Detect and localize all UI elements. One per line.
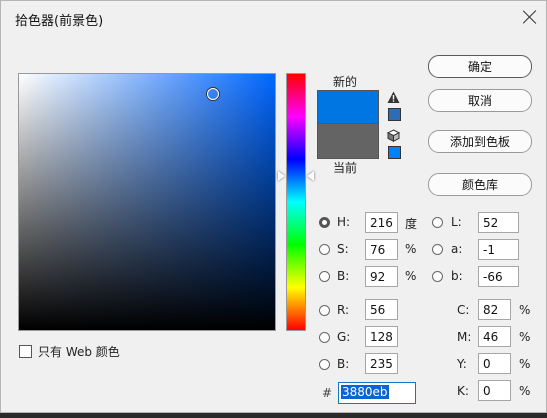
g-input[interactable] — [365, 326, 398, 347]
lab-l-label: L: — [451, 215, 462, 229]
current-color-swatch[interactable] — [317, 123, 379, 159]
color-field-marker[interactable] — [207, 88, 219, 100]
k-unit: % — [519, 384, 531, 398]
m-unit: % — [519, 330, 531, 344]
web-safe-color-swatch[interactable] — [388, 146, 401, 159]
s-input[interactable] — [365, 239, 398, 260]
h-label: H: — [337, 215, 351, 229]
warning-icon[interactable] — [387, 91, 400, 104]
hue-slider-left-handle[interactable] — [278, 171, 285, 181]
web-colors-checkbox[interactable] — [19, 345, 32, 358]
new-color-swatch — [317, 90, 379, 125]
s-unit: % — [405, 242, 417, 256]
y-label: Y: — [457, 357, 467, 371]
r-radio[interactable] — [319, 305, 330, 316]
b-radio[interactable] — [319, 271, 330, 282]
hex-input[interactable]: 3880eb — [338, 382, 416, 404]
lab-a-input[interactable] — [478, 239, 519, 260]
cube-icon[interactable] — [387, 129, 400, 142]
b-unit: % — [405, 269, 417, 283]
g-label: G: — [337, 330, 351, 344]
s-radio[interactable] — [319, 244, 330, 255]
h-radio[interactable] — [319, 217, 330, 228]
rgb-b-input[interactable] — [365, 353, 398, 374]
h-input[interactable] — [365, 212, 398, 233]
r-label: R: — [337, 303, 350, 317]
hue-slider[interactable] — [286, 73, 306, 331]
y-input[interactable] — [478, 353, 511, 374]
new-color-label: 新的 — [333, 75, 358, 89]
lab-b-label: b: — [451, 269, 463, 283]
lab-a-radio[interactable] — [432, 244, 443, 255]
lab-a-label: a: — [451, 242, 463, 256]
title-bar: 拾色器(前景色) — [1, 1, 546, 33]
b-input[interactable] — [365, 266, 398, 287]
color-libraries-button[interactable]: 颜色库 — [428, 173, 532, 196]
color-picker-dialog: 拾色器(前景色) 新的 当前 确定 取消 添加到色板 颜色库 H: 度 S: %… — [0, 0, 547, 413]
s-label: S: — [337, 242, 349, 256]
hue-slider-right-handle[interactable] — [307, 171, 314, 181]
lab-b-radio[interactable] — [432, 271, 443, 282]
color-field[interactable] — [18, 73, 276, 331]
m-label: M: — [457, 330, 472, 344]
rgb-b-radio[interactable] — [319, 359, 330, 370]
current-color-label: 当前 — [333, 161, 358, 175]
close-icon[interactable] — [522, 9, 538, 25]
g-radio[interactable] — [319, 332, 330, 343]
c-input[interactable] — [478, 299, 511, 320]
c-label: C: — [457, 303, 470, 317]
k-label: K: — [457, 384, 469, 398]
m-input[interactable] — [478, 326, 511, 347]
y-unit: % — [519, 357, 531, 371]
gamut-color-swatch[interactable] — [388, 108, 401, 121]
lab-l-input[interactable] — [478, 212, 519, 233]
lab-l-radio[interactable] — [432, 217, 443, 228]
ok-button[interactable]: 确定 — [428, 55, 532, 78]
hex-value: 3880eb — [341, 385, 389, 399]
web-colors-label[interactable]: 只有 Web 颜色 — [38, 343, 120, 360]
k-input[interactable] — [478, 380, 511, 401]
c-unit: % — [519, 303, 531, 317]
b-label: B: — [337, 269, 350, 283]
rgb-b-label: B: — [337, 357, 350, 371]
add-to-swatches-button[interactable]: 添加到色板 — [428, 130, 532, 153]
cancel-button[interactable]: 取消 — [428, 89, 532, 112]
h-unit: 度 — [405, 217, 418, 231]
hex-label: # — [322, 386, 333, 400]
dialog-title: 拾色器(前景色) — [15, 14, 104, 29]
lab-b-input[interactable] — [478, 266, 519, 287]
r-input[interactable] — [365, 299, 398, 320]
